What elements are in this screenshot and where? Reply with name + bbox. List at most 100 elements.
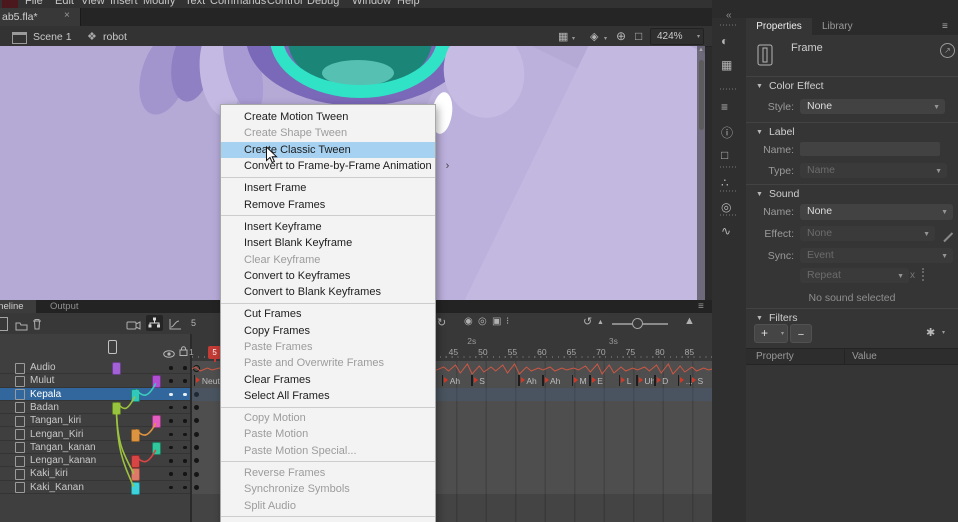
menu-control[interactable]: Control — [267, 0, 302, 7]
layer-row-lengan-kanan[interactable]: Lengan_kanan — [0, 454, 190, 467]
layer-row-lengan-kiri[interactable]: Lengan_Kiri — [0, 428, 190, 441]
delete-layer-icon[interactable] — [32, 317, 42, 335]
parent-tag[interactable] — [131, 389, 140, 402]
menu-insert[interactable]: Insert — [110, 0, 138, 7]
visibility-dot[interactable] — [169, 393, 173, 397]
menu-debug[interactable]: Debug — [307, 0, 339, 7]
lock-dot[interactable] — [183, 472, 187, 476]
lock-dot[interactable] — [183, 486, 187, 490]
label-name-input[interactable] — [800, 142, 940, 156]
lock-dot[interactable] — [183, 393, 187, 397]
menu-view[interactable]: View — [81, 0, 105, 7]
visibility-dot[interactable] — [169, 433, 173, 437]
lock-dot[interactable] — [183, 366, 187, 370]
menu-item-cut-frames[interactable]: Cut Frames — [221, 306, 435, 322]
timeline-menu-icon[interactable]: ≡ — [698, 300, 704, 313]
sound-name-dropdown[interactable]: None ▼ — [800, 204, 953, 220]
reset-timeline-zoom-icon[interactable]: ↺ — [583, 315, 592, 328]
lock-dot[interactable] — [183, 419, 187, 423]
show-parenting-view-icon[interactable] — [146, 315, 163, 331]
visibility-dot[interactable] — [169, 486, 173, 490]
show-graph-view-icon[interactable] — [169, 317, 182, 335]
modify-markers-icon[interactable]: ⁝ — [506, 316, 509, 327]
visibility-dot[interactable] — [169, 366, 173, 370]
collapse-triangle-icon[interactable]: ▼ — [756, 191, 763, 198]
brushes-panel-icon[interactable]: ∴ — [721, 176, 729, 190]
tab-library[interactable]: Library — [822, 21, 853, 32]
parent-tag[interactable] — [112, 362, 121, 375]
parent-tag[interactable] — [131, 455, 140, 468]
layer-row-audio[interactable]: Audio — [0, 361, 190, 374]
lock-icon[interactable] — [179, 343, 188, 361]
section-label[interactable]: ▼Label — [756, 126, 795, 138]
lock-dot[interactable] — [183, 379, 187, 383]
style-dropdown[interactable]: None ▼ — [800, 99, 945, 114]
lock-dot[interactable] — [183, 406, 187, 410]
fill-color-icon[interactable]: ◈ — [590, 30, 598, 43]
panel-menu-icon[interactable]: ≡ — [942, 21, 948, 32]
menu-item-remove-frames[interactable]: Remove Frames — [221, 196, 435, 212]
lock-dot[interactable] — [183, 433, 187, 437]
align-panel-icon[interactable]: ≡ — [721, 100, 728, 114]
layer-row-kepala[interactable]: Kepala — [0, 388, 190, 401]
parent-tag[interactable] — [112, 402, 121, 415]
menu-item-copy-frames[interactable]: Copy Frames — [221, 323, 435, 339]
visibility-dot[interactable] — [169, 406, 173, 410]
visibility-dot[interactable] — [169, 459, 173, 463]
menu-item-clear-frames[interactable]: Clear Frames — [221, 371, 435, 387]
visibility-dot[interactable] — [169, 379, 173, 383]
menu-commands[interactable]: Commands — [210, 0, 266, 7]
onion-skin-icon[interactable]: ◉ — [464, 316, 473, 327]
menu-item-insert-frame[interactable]: Insert Frame — [221, 180, 435, 196]
menu-item-select-all-frames[interactable]: Select All Frames — [221, 388, 435, 404]
chevron-down-icon[interactable]: ▾ — [942, 329, 945, 336]
edit-sound-pencil-icon[interactable] — [935, 224, 953, 242]
tab-properties[interactable]: Properties — [746, 18, 812, 35]
menu-item-convert-to-blank-keyframes[interactable]: Convert to Blank Keyframes — [221, 284, 435, 300]
onion-skin-outlines-icon[interactable]: ◎ — [478, 316, 487, 327]
section-sound[interactable]: ▼Sound — [756, 188, 799, 200]
menu-item-convert-to-keyframes[interactable]: Convert to Keyframes — [221, 268, 435, 284]
color-panel-icon[interactable]: ◐ — [721, 34, 728, 48]
transform-panel-icon[interactable]: □ — [721, 148, 728, 162]
zoom-in-frames-icon[interactable]: ▲ — [684, 315, 695, 327]
add-filter-button[interactable]: + ▾ — [754, 324, 788, 343]
parent-tag[interactable] — [131, 468, 140, 481]
close-tab-icon[interactable]: × — [64, 10, 70, 21]
clip-dropdown-icon[interactable]: ▾ — [572, 35, 575, 42]
menu-item-create-classic-tween[interactable]: Create Classic Tween — [221, 142, 435, 158]
tab-output[interactable]: Output — [50, 300, 79, 313]
loop-frames-icon[interactable]: ↻ — [437, 316, 446, 329]
zoom-out-frames-icon[interactable]: ▲ — [597, 319, 604, 326]
tab-timeline[interactable]: Timeline — [0, 300, 36, 313]
motion-editor-panel-icon[interactable]: ∿ — [721, 224, 731, 238]
new-layer-icon[interactable] — [0, 317, 8, 331]
layer-row-badan[interactable]: Badan — [0, 401, 190, 414]
parent-tag[interactable] — [152, 415, 161, 428]
center-stage-icon[interactable]: ⊕ — [616, 29, 626, 43]
menu-text[interactable]: Text — [185, 0, 205, 7]
collapse-triangle-icon[interactable]: ▼ — [756, 129, 763, 136]
parent-tag[interactable] — [131, 429, 140, 442]
cc-libraries-panel-icon[interactable]: ◎ — [721, 200, 731, 214]
document-tab[interactable]: ab5.fla* × — [0, 8, 81, 26]
breadcrumb-scene[interactable]: Scene 1 — [33, 31, 72, 43]
collapse-triangle-icon[interactable]: ▼ — [756, 83, 763, 90]
collapse-triangle-icon[interactable]: ▼ — [756, 315, 763, 322]
swatches-panel-icon[interactable]: ▦ — [721, 58, 732, 72]
layer-row-tangan-kanan[interactable]: Tangan_kanan — [0, 441, 190, 454]
menu-file[interactable]: File — [25, 0, 43, 7]
parent-tag[interactable] — [152, 375, 161, 388]
parent-tag[interactable] — [152, 442, 161, 455]
filter-options-gear-icon[interactable]: ✱ — [926, 326, 935, 339]
lock-dot[interactable] — [183, 459, 187, 463]
help-arrow-icon[interactable]: ↗ — [940, 43, 955, 58]
menu-item-convert-to-frame-by-frame-animation[interactable]: Convert to Frame-by-Frame Animation› — [221, 158, 435, 174]
zoom-level-control[interactable]: 424% ▾ — [650, 28, 704, 45]
clip-icon[interactable]: ▦ — [558, 30, 568, 43]
layer-row-kaki-kiri[interactable]: Kaki_kiri — [0, 467, 190, 480]
menu-modify[interactable]: Modify — [143, 0, 175, 7]
fill-dropdown-icon[interactable]: ▾ — [604, 35, 607, 42]
layer-row-tangan-kiri[interactable]: Tangan_kiri — [0, 414, 190, 427]
visibility-dot[interactable] — [169, 419, 173, 423]
